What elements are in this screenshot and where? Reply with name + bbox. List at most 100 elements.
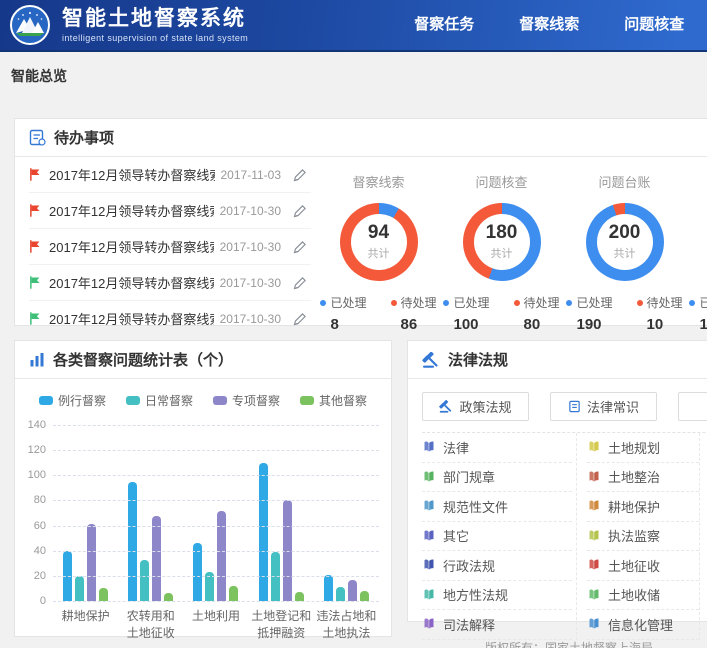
- law-link[interactable]: 信息化管理: [587, 610, 699, 640]
- donut-legend-label: 待处理: [637, 294, 683, 311]
- book-icon: [587, 558, 601, 572]
- donut-ring[interactable]: 200共计: [586, 203, 664, 281]
- bar-chart-plot: 020406080100120140: [53, 425, 379, 601]
- law-link[interactable]: 土地征收: [587, 551, 699, 581]
- donut-legend-value: 80: [514, 316, 560, 333]
- edit-icon[interactable]: [293, 168, 307, 182]
- law-link[interactable]: 其它: [422, 522, 572, 552]
- app-window: 智能土地督察系统 intelligent supervision of stat…: [0, 0, 707, 648]
- y-axis-label: 60: [34, 520, 46, 532]
- edit-icon[interactable]: [293, 276, 307, 290]
- bar-legend-item[interactable]: 日常督察: [126, 392, 193, 409]
- law-link-label: 法律: [443, 438, 469, 457]
- law-link-label: 其它: [443, 526, 469, 545]
- gavel-icon: [439, 400, 453, 413]
- todo-item[interactable]: 2017年12月领导转办督察线索2017-10-30: [29, 229, 311, 265]
- stat-donuts: 督察线索94共计已处理8待处理86问题核查180共计已处理100待处理80问题台…: [311, 157, 707, 337]
- bar[interactable]: [259, 463, 268, 601]
- bar[interactable]: [324, 575, 333, 601]
- x-axis-label: 违法占地和土地执法: [314, 608, 379, 643]
- bar[interactable]: [75, 576, 84, 601]
- edit-icon[interactable]: [293, 312, 307, 326]
- law-category-button[interactable]: 政策法规: [422, 392, 529, 421]
- book-icon: [422, 499, 436, 513]
- law-link[interactable]: 耕地保护: [587, 492, 699, 522]
- nav-item[interactable]: 督察线索: [503, 0, 595, 50]
- law-link[interactable]: 法律: [422, 433, 572, 463]
- donut-center: 94共计: [351, 214, 407, 270]
- bar[interactable]: [87, 524, 96, 601]
- bar[interactable]: [229, 586, 238, 601]
- law-link[interactable]: 执法监察: [587, 522, 699, 552]
- donut-legend-item: 已处理175: [689, 294, 707, 333]
- bar[interactable]: [99, 588, 108, 601]
- law-button-label: 政策法规: [459, 397, 511, 416]
- law-link[interactable]: 土地整治: [587, 463, 699, 493]
- bar[interactable]: [360, 591, 369, 601]
- bar[interactable]: [164, 593, 173, 601]
- todo-item-text: 2017年12月领导转办督察线索: [49, 273, 214, 292]
- donut-legend-value: 10: [637, 316, 683, 333]
- law-link[interactable]: 部门规章: [422, 463, 572, 493]
- donut-ring[interactable]: 180共计: [463, 203, 541, 281]
- donut-center: 200共计: [597, 214, 653, 270]
- flag-icon: [29, 168, 42, 181]
- x-axis-label: 土地登记和抵押融资: [249, 608, 314, 643]
- bar[interactable]: [140, 560, 149, 601]
- donut-legend-label: 已处理: [566, 294, 612, 311]
- legend-dot-icon: [514, 300, 520, 306]
- law-link[interactable]: 土地规划: [587, 433, 699, 463]
- law-link-label: 部门规章: [443, 467, 495, 486]
- gridline: [53, 576, 379, 577]
- x-axis-label: 农转用和土地征收: [118, 608, 183, 643]
- todo-item[interactable]: 2017年12月领导转办督察线索2017-10-30: [29, 265, 311, 301]
- nav-item[interactable]: 督察任务: [398, 0, 490, 50]
- legend-swatch-icon: [126, 396, 140, 405]
- bar[interactable]: [217, 511, 226, 602]
- todo-item-text: 2017年12月领导转办督察线索: [49, 165, 215, 184]
- copyright-footer: 版权所有：国家土地督察上海局: [424, 639, 707, 648]
- donut-ring[interactable]: 94共计: [340, 203, 418, 281]
- todo-item[interactable]: 2017年12月领导转办督察线索2017-10-30: [29, 301, 311, 337]
- law-link-label: 地方性法规: [443, 585, 508, 604]
- app-title: 智能土地督察系统: [62, 8, 248, 29]
- todo-item[interactable]: 2017年12月领导转办督察线索2017-10-30: [29, 193, 311, 229]
- law-category-button[interactable]: 法律常识: [550, 392, 657, 421]
- edit-icon[interactable]: [293, 240, 307, 254]
- law-link[interactable]: 规范性文件: [422, 492, 572, 522]
- law-link-label: 耕地保护: [608, 497, 660, 516]
- x-axis-label: 土地利用: [183, 608, 248, 643]
- donut-total-value: 200: [609, 223, 641, 242]
- bar[interactable]: [336, 587, 345, 601]
- law-category-button[interactable]: [678, 392, 707, 421]
- law-link-label: 土地征收: [608, 556, 660, 575]
- law-column: 法律部门规章规范性文件其它行政法规地方性法规司法解释: [422, 433, 577, 640]
- legend-dot-icon: [391, 300, 397, 306]
- law-link[interactable]: 司法解释: [422, 610, 572, 640]
- book-icon: [587, 588, 601, 602]
- todo-item-date: 2017-10-30: [220, 312, 281, 326]
- bar[interactable]: [348, 580, 357, 601]
- bar[interactable]: [152, 516, 161, 601]
- donut-legend: 已处理175待处理: [686, 294, 707, 333]
- law-link[interactable]: 土地收储: [587, 581, 699, 611]
- y-axis-label: 100: [28, 469, 46, 481]
- bar[interactable]: [295, 592, 304, 601]
- donut-legend-item: 已处理190: [566, 294, 612, 333]
- todo-item-date: 2017-11-03: [221, 168, 282, 182]
- law-link[interactable]: 地方性法规: [422, 581, 572, 611]
- bar-legend-item[interactable]: 其他督察: [300, 392, 367, 409]
- todo-card-header: 待办事项: [15, 119, 707, 157]
- bar-legend-item[interactable]: 专项督察: [213, 392, 280, 409]
- bar-group: [324, 575, 369, 601]
- legend-dot-icon: [637, 300, 643, 306]
- nav-item[interactable]: 问题核查: [608, 0, 700, 50]
- law-link[interactable]: 行政法规: [422, 551, 572, 581]
- todo-item[interactable]: 2017年12月领导转办督察线索 2017-11-03: [29, 157, 311, 193]
- gridline: [53, 551, 379, 552]
- gridline: [53, 526, 379, 527]
- app-logo-icon: [10, 5, 50, 45]
- bar-legend-item[interactable]: 例行督察: [39, 392, 106, 409]
- edit-icon[interactable]: [293, 204, 307, 218]
- bar[interactable]: [193, 543, 202, 601]
